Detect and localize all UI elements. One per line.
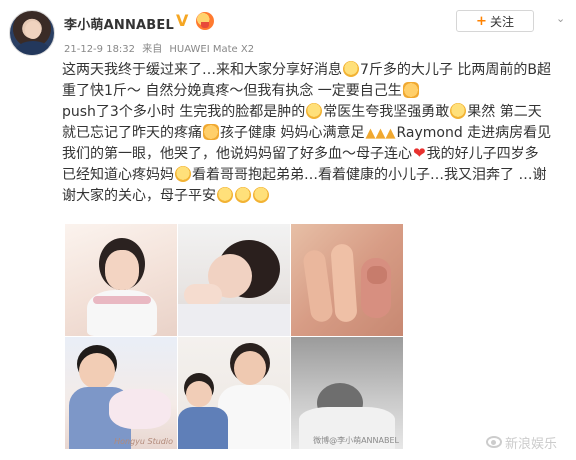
username[interactable]: 李小萌ANNABEL: [64, 14, 174, 33]
pray-emoji-icon: ▲▲▲: [365, 126, 396, 141]
weibo-post-card: 李小萌ANNABEL V 21-12-9 18:32 来自 HUAWEI Mat…: [0, 0, 576, 460]
post-text: 这两天我终于缓过来了…来和大家分享好消息 7斤多的大儿子 比两周前的B超重了快1斤…: [62, 60, 552, 207]
hug-emoji-icon: [203, 124, 219, 140]
post-text-segment: push了3个多小时 生完我的脸都是肿的: [62, 104, 306, 120]
plus-icon: +: [476, 13, 487, 29]
verified-v-badge-icon: V: [176, 11, 189, 30]
photo-mother-in-bed[interactable]: [178, 224, 290, 336]
tired-emoji-icon: [306, 103, 323, 119]
post-text-segment: 孩子健康 妈妈心满意足: [220, 125, 365, 141]
photo-child-smiling[interactable]: [65, 224, 177, 336]
grin-emoji-icon: [343, 61, 359, 77]
photo-boy-with-baby[interactable]: Hongyu Studio: [65, 337, 177, 449]
medal-icon: [196, 12, 214, 30]
kiss-emoji-icon: [175, 166, 191, 182]
post-text-segment: 常医生夸我坚强勇敢: [323, 104, 450, 120]
fist-emoji-icon: [402, 82, 419, 98]
post-meta: 21-12-9 18:32 来自 HUAWEI Mate X2: [64, 40, 258, 55]
chevron-down-icon[interactable]: ⌄: [556, 12, 565, 25]
avatar-body: [16, 41, 50, 55]
proud-emoji-icon: [450, 103, 467, 119]
photo-watermark: Hongyu Studio: [114, 437, 173, 446]
photo-baby-hand[interactable]: [291, 224, 403, 336]
sleepy-emoji-icon: [217, 187, 233, 203]
heart-icon: ❤: [413, 144, 426, 162]
watermark-text: 新浪娱乐: [505, 436, 558, 452]
smile-emoji-icon: [253, 187, 269, 203]
source-device: HUAWEI Mate X2: [169, 44, 255, 55]
user-avatar[interactable]: [9, 10, 55, 56]
photo-newborn-sleeping[interactable]: 微博@李小萌ANNABEL: [291, 337, 403, 449]
avatar-face: [25, 21, 41, 39]
follow-label: 关注: [489, 14, 514, 29]
source-prefix: 来自: [142, 44, 163, 55]
follow-button[interactable]: + 关注: [456, 10, 534, 32]
photo-father-and-son[interactable]: [178, 337, 290, 449]
kissing-heart-emoji-icon: [235, 187, 251, 203]
post-timestamp[interactable]: 21-12-9 18:32: [64, 44, 135, 55]
weibo-watermark: 新浪娱乐: [486, 432, 566, 452]
photo-watermark: 微博@李小萌ANNABEL: [313, 436, 399, 445]
post-text-segment: 这两天我终于缓过来了…来和大家分享好消息: [62, 62, 342, 78]
weibo-eye-icon: [486, 436, 502, 448]
